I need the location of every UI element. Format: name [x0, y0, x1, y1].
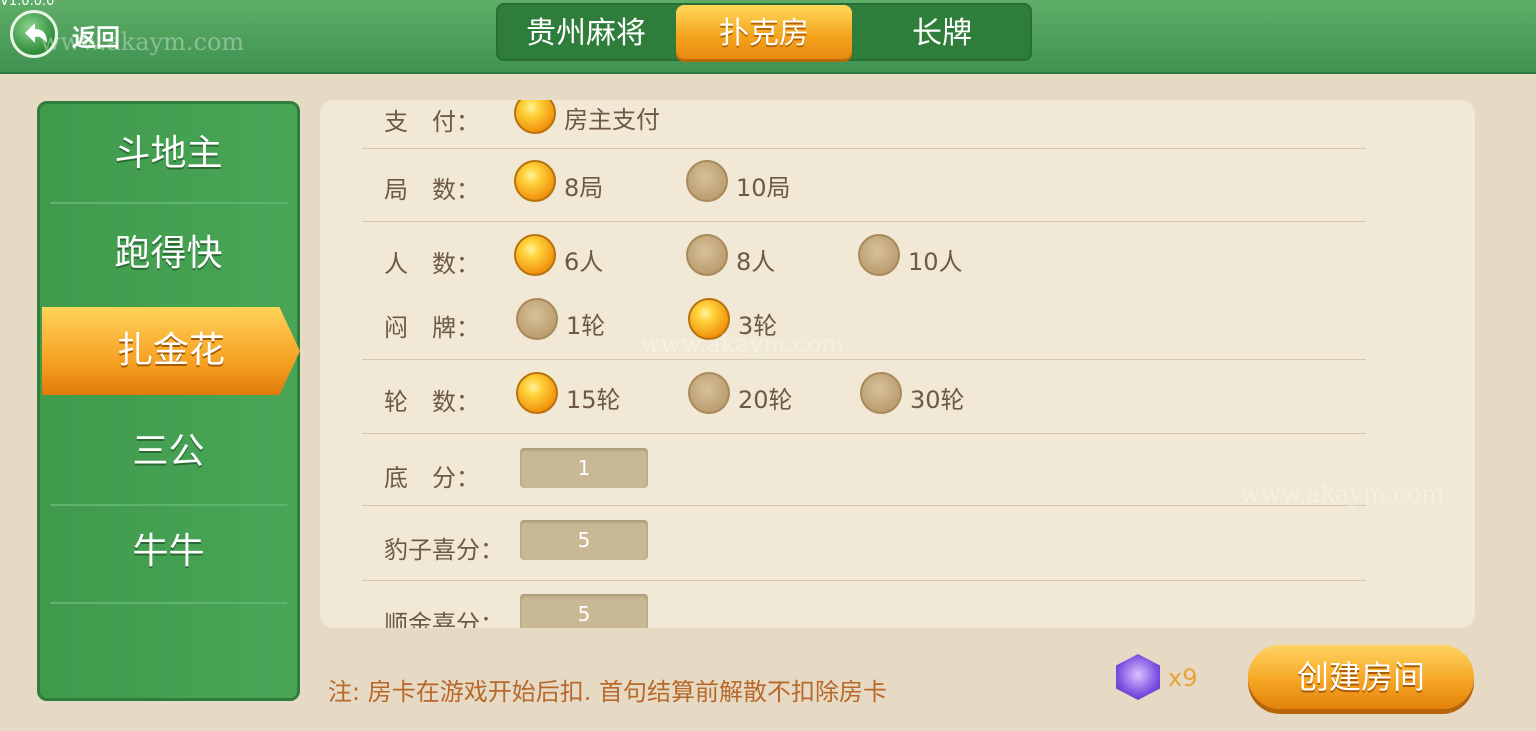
- players-row: 人 数： 6人 8人 10人: [320, 232, 1475, 292]
- room-card-note: 注: 房卡在游戏开始后扣. 首句结算前解散不扣除房卡: [328, 678, 887, 706]
- option-label: 20轮: [738, 386, 793, 414]
- room-card-count: x9: [1168, 664, 1198, 692]
- base-score-label: 底 分：: [384, 464, 480, 492]
- radio-unselected-icon: [858, 234, 900, 276]
- option-label: 10局: [736, 174, 791, 202]
- radio-selected-icon: [514, 234, 556, 276]
- row-divider: [362, 221, 1366, 222]
- pay-label: 支 付：: [384, 108, 480, 136]
- option-label: 8人: [736, 248, 776, 276]
- straight-flush-bonus-row: 顺金喜分： 5: [320, 594, 1475, 628]
- radio-selected-icon: [514, 160, 556, 202]
- row-divider: [362, 505, 1366, 506]
- radio-unselected-icon: [686, 234, 728, 276]
- back-button[interactable]: [10, 10, 62, 58]
- back-label[interactable]: 返回: [72, 18, 120, 53]
- radio-unselected-icon: [516, 298, 558, 340]
- radio-selected-icon: [688, 298, 730, 340]
- game-category-tabs: 贵州麻将 扑克房 长牌: [496, 3, 1032, 61]
- room-card-icon: [1116, 654, 1160, 700]
- sidebar-item-zhajinhua[interactable]: 扎金花: [42, 307, 300, 395]
- radio-unselected-icon: [688, 372, 730, 414]
- option-label: 15轮: [566, 386, 621, 414]
- tab-poker-room[interactable]: 扑克房: [676, 5, 852, 59]
- option-label: 8局: [564, 174, 604, 202]
- tab-long-cards[interactable]: 长牌: [854, 5, 1030, 59]
- turns-label: 轮 数：: [384, 388, 480, 416]
- turns-row: 轮 数： 15轮 20轮 30轮: [320, 370, 1475, 430]
- row-divider: [362, 359, 1366, 360]
- sidebar-divider: [50, 202, 287, 204]
- option-label: 10人: [908, 248, 963, 276]
- option-label: 房主支付: [564, 106, 660, 134]
- top-bar: 返回 贵州麻将 扑克房 长牌: [0, 0, 1536, 74]
- version-label: V1.0.0.0: [0, 0, 55, 9]
- sidebar-divider: [50, 504, 287, 506]
- option-label: 1轮: [566, 312, 606, 340]
- create-room-button[interactable]: 创建房间: [1248, 645, 1474, 709]
- option-label: 30轮: [910, 386, 965, 414]
- radio-unselected-icon: [860, 372, 902, 414]
- radio-unselected-icon: [686, 160, 728, 202]
- sidebar-divider: [50, 602, 287, 604]
- sidebar-item-paodekuai[interactable]: 跑得快: [40, 224, 297, 284]
- tab-guizhou-mahjong[interactable]: 贵州麻将: [498, 5, 674, 59]
- radio-selected-icon: [516, 372, 558, 414]
- blind-label: 闷 牌：: [384, 314, 480, 342]
- option-label: 6人: [564, 248, 604, 276]
- straight-flush-bonus-label: 顺金喜分：: [384, 610, 504, 628]
- sidebar-item-sangong[interactable]: 三公: [40, 422, 297, 482]
- option-label: 3轮: [738, 312, 778, 340]
- sidebar-item-niuniu[interactable]: 牛牛: [40, 522, 297, 582]
- leopard-bonus-row: 豹子喜分： 5: [320, 520, 1475, 580]
- leopard-bonus-input[interactable]: 5: [520, 520, 648, 560]
- pay-row: 支 付： 房主支付: [320, 100, 1475, 148]
- straight-flush-bonus-input[interactable]: 5: [520, 594, 648, 628]
- room-settings-panel: 支 付： 房主支付 局 数： 8局 10局 人 数： 6人 8人 10人 闷 牌…: [320, 100, 1475, 628]
- leopard-bonus-label: 豹子喜分：: [384, 536, 504, 564]
- players-label: 人 数：: [384, 250, 480, 278]
- row-divider: [362, 148, 1366, 149]
- sidebar-item-doudizhu[interactable]: 斗地主: [40, 124, 297, 184]
- row-divider: [362, 433, 1366, 434]
- rounds-row: 局 数： 8局 10局: [320, 158, 1475, 218]
- base-score-row: 底 分： 1: [320, 446, 1475, 506]
- row-divider: [362, 580, 1366, 581]
- back-arrow-icon: [10, 10, 58, 58]
- rounds-label: 局 数：: [384, 176, 480, 204]
- game-sidebar: 斗地主 跑得快 扎金花 三公 牛牛: [37, 101, 300, 701]
- radio-selected-icon: [514, 100, 556, 134]
- blind-row: 闷 牌： 1轮 3轮: [320, 296, 1475, 356]
- base-score-input[interactable]: 1: [520, 448, 648, 488]
